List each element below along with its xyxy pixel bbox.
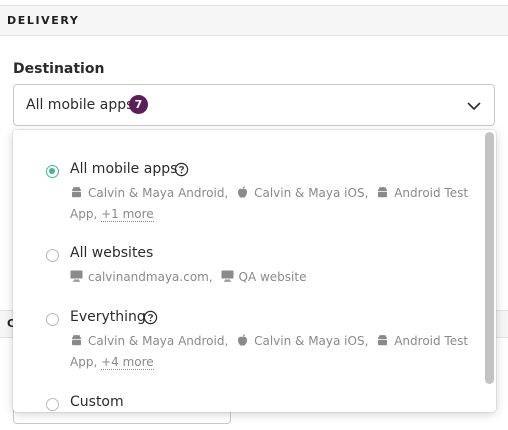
destination-dropdown-menu: All mobile apps Calvin & Maya Android, C… bbox=[13, 130, 496, 412]
apple-icon bbox=[238, 186, 248, 198]
option-radio[interactable] bbox=[46, 249, 59, 262]
platform-qa-website: QA website bbox=[238, 270, 307, 284]
destination-label: Destination bbox=[13, 61, 105, 77]
option-radio-selected[interactable] bbox=[46, 165, 59, 178]
option-platforms: Calvin & Maya Android, Calvin & Maya iOS… bbox=[70, 186, 468, 200]
apple-icon bbox=[238, 334, 248, 346]
platform-ios-app: Calvin & Maya iOS, bbox=[254, 334, 369, 348]
option-title: All websites bbox=[70, 245, 154, 261]
android-icon bbox=[72, 334, 81, 346]
platform-android-test-app: Android Test bbox=[394, 186, 469, 200]
destination-selected-value: All mobile apps bbox=[26, 97, 134, 113]
android-icon bbox=[378, 334, 388, 346]
platform-android-app: Calvin & Maya Android, bbox=[88, 186, 229, 200]
platform-continued-text: App, bbox=[70, 355, 98, 369]
destination-select[interactable]: All mobile apps 7 bbox=[13, 84, 495, 126]
option-platforms: calvinandmaya.com, QA website bbox=[70, 270, 306, 284]
option-all-websites[interactable]: All websites calvinandmaya.com, QA websi… bbox=[13, 230, 483, 300]
more-platforms-link[interactable]: +4 more bbox=[101, 355, 154, 370]
selection-count-badge: 7 bbox=[129, 95, 148, 114]
monitor-icon bbox=[70, 270, 83, 282]
option-title: Custom bbox=[70, 394, 124, 410]
option-platforms-continued: App, +1 more bbox=[70, 207, 154, 222]
option-title: All mobile apps bbox=[70, 161, 178, 177]
platform-android-app: Calvin & Maya Android, bbox=[88, 334, 229, 348]
option-custom[interactable]: Custom bbox=[13, 386, 483, 412]
android-icon bbox=[378, 186, 388, 198]
section-title: DELIVERY bbox=[7, 14, 80, 27]
option-radio[interactable] bbox=[46, 398, 59, 411]
platform-continued-text: App, bbox=[70, 207, 98, 221]
option-title: Everything bbox=[70, 309, 146, 325]
option-all-mobile-apps[interactable]: All mobile apps Calvin & Maya Android, C… bbox=[13, 130, 483, 230]
help-circle-icon[interactable] bbox=[143, 310, 158, 325]
option-platforms: Calvin & Maya Android, Calvin & Maya iOS… bbox=[70, 334, 468, 348]
android-icon bbox=[72, 186, 81, 198]
help-circle-icon[interactable] bbox=[174, 162, 189, 177]
platform-website: calvinandmaya.com, bbox=[88, 270, 213, 284]
monitor-icon bbox=[221, 270, 233, 282]
platform-ios-app: Calvin & Maya iOS, bbox=[254, 186, 369, 200]
platform-android-test-app: Android Test bbox=[394, 334, 469, 348]
delivery-section-header: DELIVERY bbox=[0, 5, 508, 36]
chevron-down-icon[interactable] bbox=[466, 98, 482, 114]
option-platforms-continued: App, +4 more bbox=[70, 355, 154, 370]
more-platforms-link[interactable]: +1 more bbox=[101, 207, 154, 222]
option-everything[interactable]: Everything Calvin & Maya Android, Calvin… bbox=[13, 300, 483, 386]
option-radio[interactable] bbox=[46, 313, 59, 326]
dropdown-scrollbar[interactable] bbox=[485, 132, 494, 384]
